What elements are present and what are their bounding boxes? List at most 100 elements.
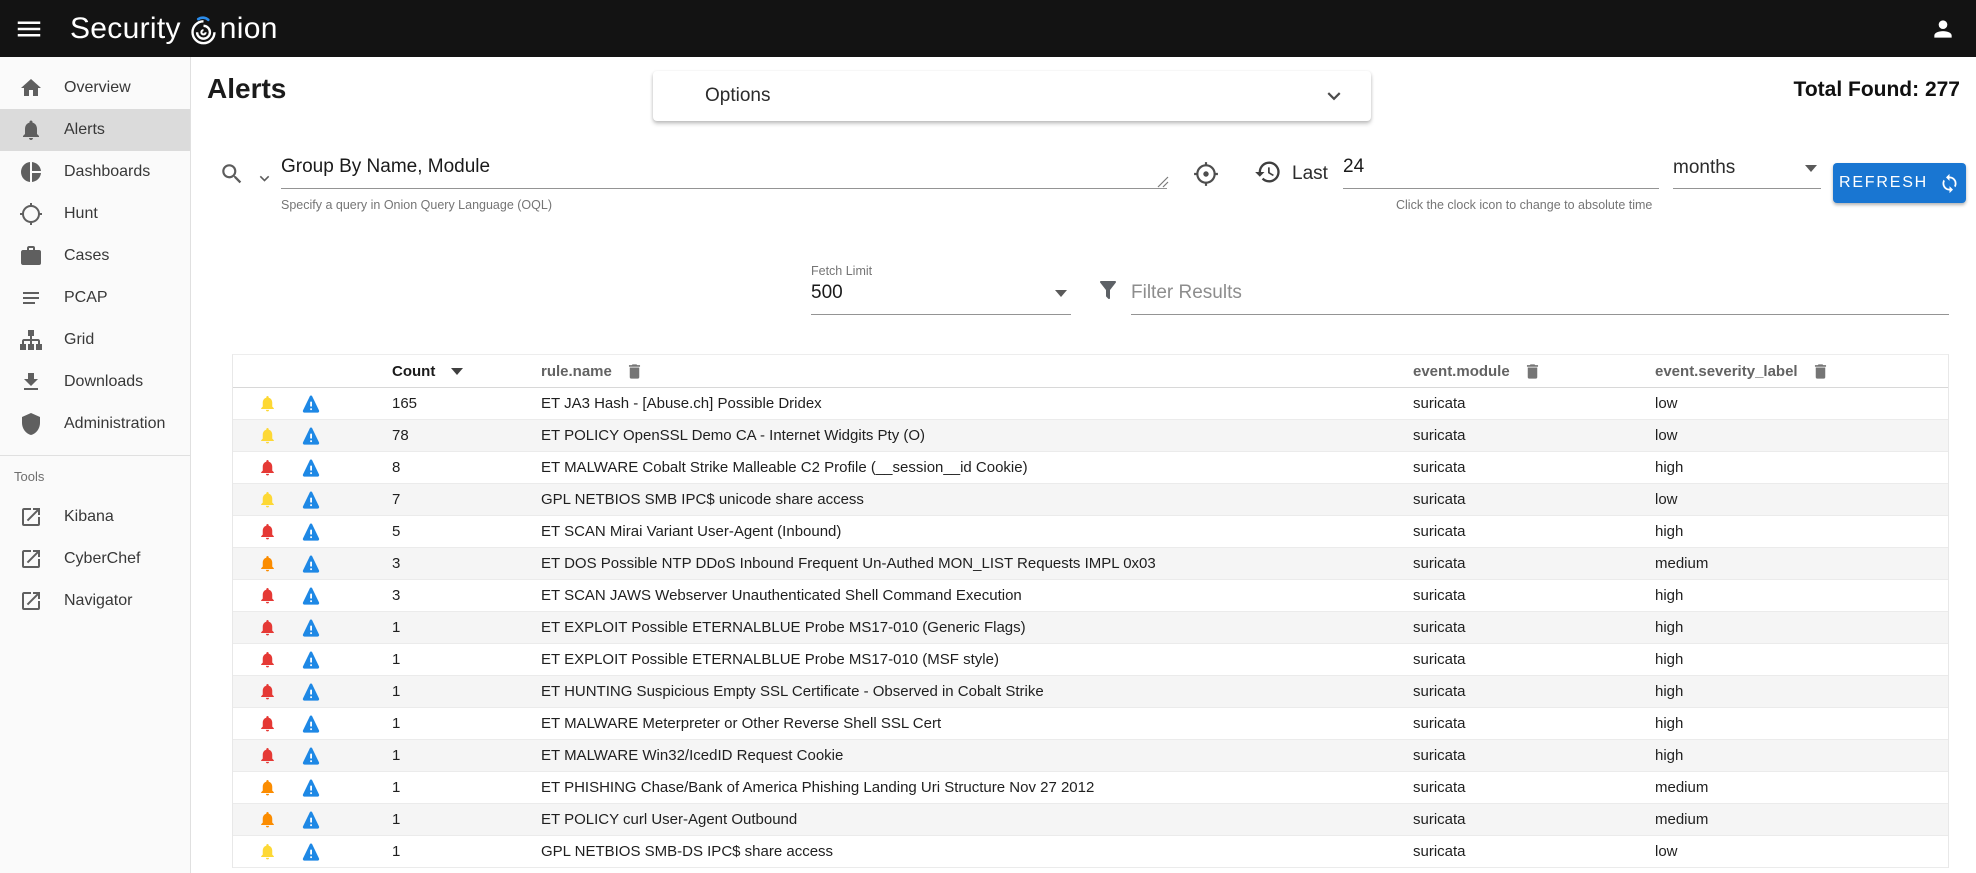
crosshair-icon[interactable] (1193, 161, 1219, 187)
severity-bell-icon[interactable] (258, 554, 277, 573)
alert-warning-icon[interactable] (301, 490, 321, 510)
count-cell: 165 (392, 395, 541, 412)
time-unit-select[interactable]: months (1673, 157, 1821, 189)
download-icon (19, 370, 43, 394)
sort-desc-icon[interactable] (451, 368, 463, 375)
alert-warning-icon[interactable] (301, 746, 321, 766)
table-row[interactable]: 3ET DOS Possible NTP DDoS Inbound Freque… (233, 548, 1948, 580)
alert-warning-icon[interactable] (301, 586, 321, 606)
severity-bell-icon[interactable] (258, 426, 277, 445)
refresh-button[interactable]: REFRESH (1833, 163, 1966, 203)
sidebar-item-overview[interactable]: Overview (0, 67, 190, 109)
event-module-cell: suricata (1413, 491, 1655, 508)
event-module-cell: suricata (1413, 779, 1655, 796)
table-row[interactable]: 1ET PHISHING Chase/Bank of America Phish… (233, 772, 1948, 804)
table-row[interactable]: 165ET JA3 Hash - [Abuse.ch] Possible Dri… (233, 388, 1948, 420)
event-module-cell: suricata (1413, 427, 1655, 444)
column-header-severity[interactable]: event.severity_label (1655, 362, 1948, 381)
sidebar-item-grid[interactable]: Grid (0, 319, 190, 361)
alert-warning-icon[interactable] (301, 426, 321, 446)
rule-name-cell: ET MALWARE Meterpreter or Other Reverse … (541, 715, 1413, 732)
table-row[interactable]: 78ET POLICY OpenSSL Demo CA - Internet W… (233, 420, 1948, 452)
alert-warning-icon[interactable] (301, 682, 321, 702)
rule-name-cell: ET POLICY curl User-Agent Outbound (541, 811, 1413, 828)
table-row[interactable]: 1ET MALWARE Meterpreter or Other Reverse… (233, 708, 1948, 740)
alert-warning-icon[interactable] (301, 810, 321, 830)
severity-cell: high (1655, 523, 1948, 540)
table-row[interactable]: 1ET EXPLOIT Possible ETERNALBLUE Probe M… (233, 644, 1948, 676)
table-row[interactable]: 1ET EXPLOIT Possible ETERNALBLUE Probe M… (233, 612, 1948, 644)
alert-warning-icon[interactable] (301, 618, 321, 638)
column-header-rule-name[interactable]: rule.name (541, 362, 1413, 381)
severity-bell-icon[interactable] (258, 778, 277, 797)
count-cell: 1 (392, 811, 541, 828)
alert-warning-icon[interactable] (301, 650, 321, 670)
sidebar-item-alerts[interactable]: Alerts (0, 109, 190, 151)
severity-bell-icon[interactable] (258, 458, 277, 477)
trash-icon[interactable] (1523, 362, 1542, 381)
query-history-chevron-icon[interactable] (255, 169, 274, 188)
table-row[interactable]: 3ET SCAN JAWS Webserver Unauthenticated … (233, 580, 1948, 612)
event-module-cell: suricata (1413, 843, 1655, 860)
query-input[interactable] (281, 156, 1167, 189)
search-icon[interactable] (219, 161, 245, 187)
column-header-count[interactable]: Count (392, 363, 541, 380)
severity-bell-icon[interactable] (258, 650, 277, 669)
severity-bell-icon[interactable] (258, 522, 277, 541)
table-row[interactable]: 5ET SCAN Mirai Variant User-Agent (Inbou… (233, 516, 1948, 548)
sidebar-item-downloads[interactable]: Downloads (0, 361, 190, 403)
event-module-cell: suricata (1413, 811, 1655, 828)
alert-warning-icon[interactable] (301, 842, 321, 862)
sidebar-item-navigator[interactable]: Navigator (0, 580, 190, 622)
table-row[interactable]: 1ET POLICY curl User-Agent Outboundsuric… (233, 804, 1948, 836)
sidebar-item-cyberchef[interactable]: CyberChef (0, 538, 190, 580)
table-row[interactable]: 8ET MALWARE Cobalt Strike Malleable C2 P… (233, 452, 1948, 484)
clock-history-icon[interactable] (1254, 158, 1282, 186)
table-row[interactable]: 1ET HUNTING Suspicious Empty SSL Certifi… (233, 676, 1948, 708)
rule-name-cell: ET SCAN Mirai Variant User-Agent (Inboun… (541, 523, 1413, 540)
rule-name-cell: GPL NETBIOS SMB-DS IPC$ share access (541, 843, 1413, 860)
severity-bell-icon[interactable] (258, 842, 277, 861)
table-row[interactable]: 7GPL NETBIOS SMB IPC$ unicode share acce… (233, 484, 1948, 516)
severity-cell: medium (1655, 811, 1948, 828)
main-content: Alerts Options Total Found: 277 Specify … (191, 57, 1976, 873)
severity-cell: high (1655, 459, 1948, 476)
trash-icon[interactable] (1811, 362, 1830, 381)
menu-hamburger-icon[interactable] (14, 14, 44, 44)
severity-bell-icon[interactable] (258, 394, 277, 413)
severity-bell-icon[interactable] (258, 682, 277, 701)
table-row[interactable]: 1ET MALWARE Win32/IcedID Request Cookies… (233, 740, 1948, 772)
severity-bell-icon[interactable] (258, 618, 277, 637)
alert-warning-icon[interactable] (301, 522, 321, 542)
security-onion-logo: Security nion (70, 12, 278, 46)
table-row[interactable]: 1GPL NETBIOS SMB-DS IPC$ share accesssur… (233, 836, 1948, 868)
total-found-label: Total Found: 277 (1794, 78, 1960, 102)
sidebar-item-kibana[interactable]: Kibana (0, 496, 190, 538)
fetch-limit-select[interactable]: 500 (811, 282, 1071, 315)
time-value-input[interactable] (1343, 156, 1659, 189)
alert-warning-icon[interactable] (301, 778, 321, 798)
options-panel[interactable]: Options (653, 71, 1371, 121)
sidebar-item-cases[interactable]: Cases (0, 235, 190, 277)
alert-warning-icon[interactable] (301, 458, 321, 478)
sidebar-item-dashboards[interactable]: Dashboards (0, 151, 190, 193)
alert-warning-icon[interactable] (301, 394, 321, 414)
filter-results-input[interactable] (1131, 282, 1949, 315)
sidebar-item-hunt[interactable]: Hunt (0, 193, 190, 235)
sidebar-item-pcap[interactable]: PCAP (0, 277, 190, 319)
textarea-resize-handle[interactable] (1157, 176, 1169, 188)
column-header-event-module[interactable]: event.module (1413, 362, 1655, 381)
severity-bell-icon[interactable] (258, 586, 277, 605)
alert-warning-icon[interactable] (301, 554, 321, 574)
chevron-down-icon[interactable] (1321, 83, 1347, 109)
event-module-cell: suricata (1413, 683, 1655, 700)
severity-bell-icon[interactable] (258, 810, 277, 829)
alert-warning-icon[interactable] (301, 714, 321, 734)
user-icon[interactable] (1930, 16, 1956, 42)
severity-bell-icon[interactable] (258, 746, 277, 765)
trash-icon[interactable] (625, 362, 644, 381)
sidebar-item-administration[interactable]: Administration (0, 403, 190, 445)
brand-text-prefix: Security (70, 14, 181, 44)
severity-bell-icon[interactable] (258, 714, 277, 733)
severity-bell-icon[interactable] (258, 490, 277, 509)
